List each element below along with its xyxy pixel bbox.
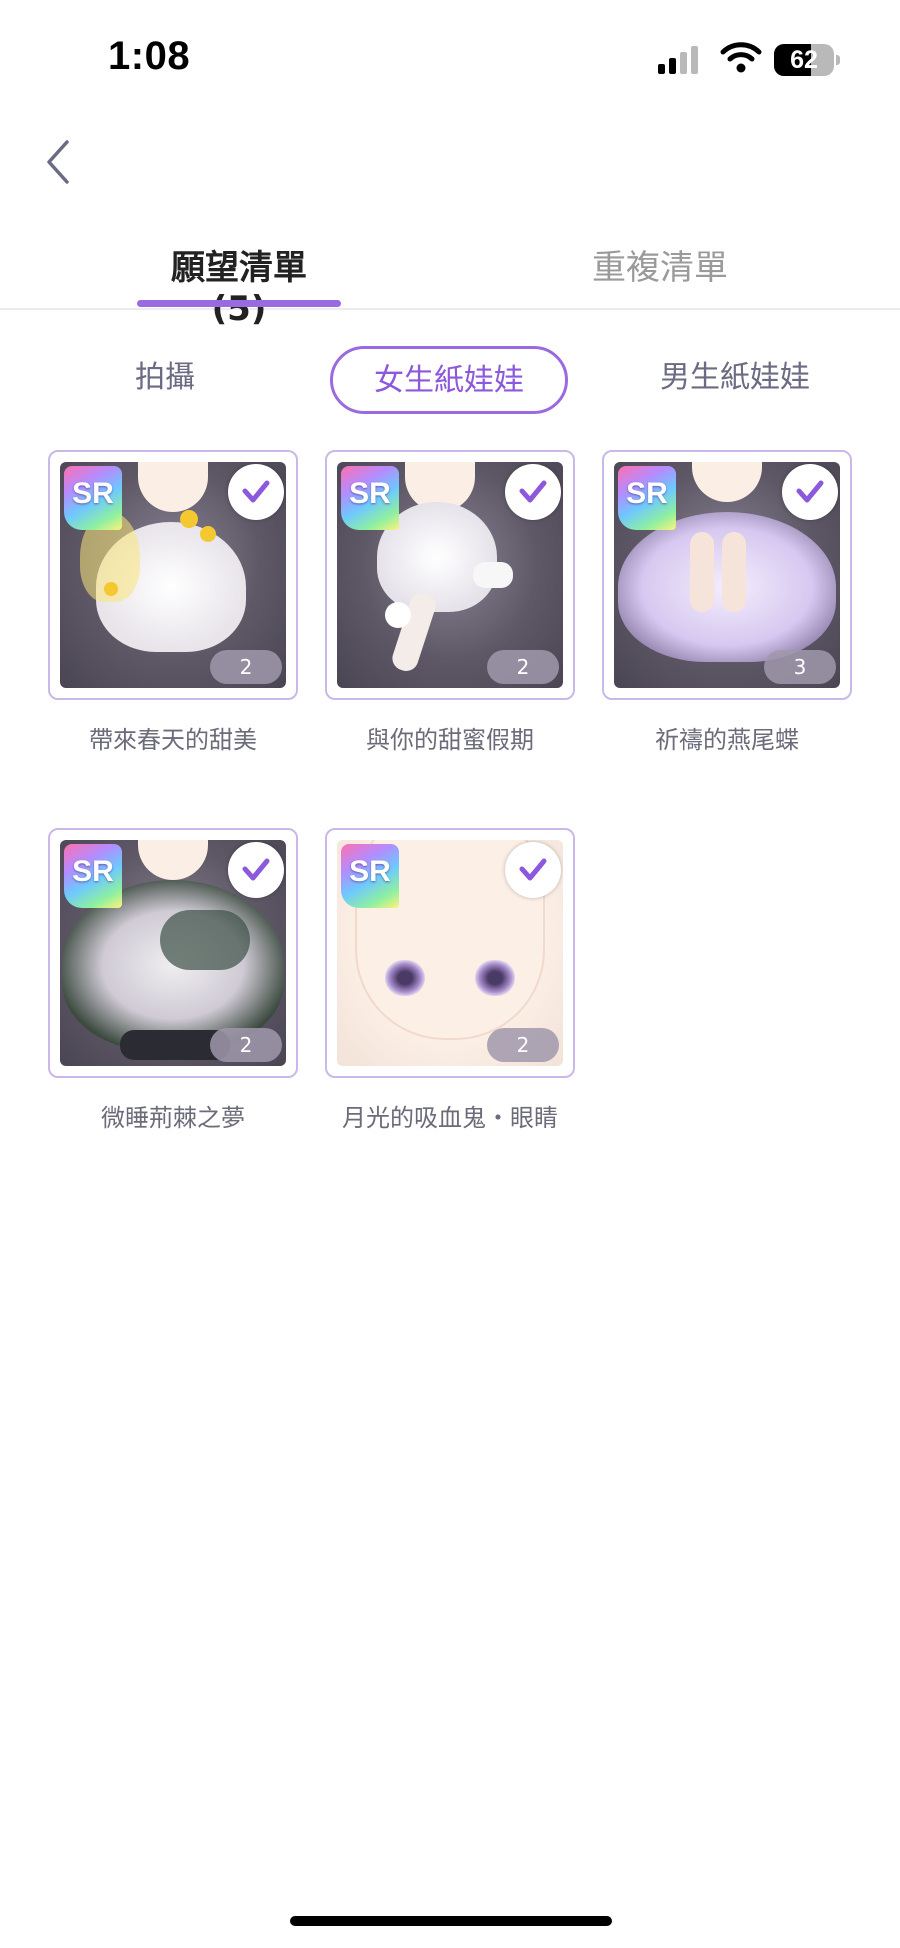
item-thumbnail: SR 2 xyxy=(48,828,298,1078)
status-bar: 1:08 62 xyxy=(0,0,900,120)
battery-level: 62 xyxy=(790,46,818,74)
item-thumbnail: SR 3 xyxy=(602,450,852,700)
item-count: 3 xyxy=(764,650,836,684)
item-name: 與你的甜蜜假期 xyxy=(366,726,534,754)
item-count: 2 xyxy=(487,650,559,684)
home-indicator[interactable] xyxy=(290,1916,612,1926)
item-thumbnail: SR 2 xyxy=(325,828,575,1078)
wifi-icon xyxy=(720,42,762,73)
rarity-badge: SR xyxy=(341,466,399,530)
active-tab-indicator xyxy=(137,300,341,307)
checkmark-icon xyxy=(228,842,284,898)
category-filters: 拍攝 女生紙娃娃 男生紙娃娃 xyxy=(0,346,900,414)
back-button[interactable] xyxy=(30,130,86,194)
item-artwork: SR 2 xyxy=(337,462,563,688)
item-name: 帶來春天的甜美 xyxy=(89,726,257,754)
checkmark-icon xyxy=(505,464,561,520)
item-artwork: SR 3 xyxy=(614,462,840,688)
item-count: 2 xyxy=(487,1028,559,1062)
filter-female-doll[interactable]: 女生紙娃娃 xyxy=(330,346,568,414)
checkmark-icon xyxy=(782,464,838,520)
checkmark-icon xyxy=(505,842,561,898)
item-thumbnail: SR 2 xyxy=(48,450,298,700)
status-time: 1:08 xyxy=(108,34,191,78)
rarity-badge: SR xyxy=(64,844,122,908)
filter-male-doll[interactable]: 男生紙娃娃 xyxy=(640,346,830,414)
tab-wishlist[interactable]: 願望清單 (5) xyxy=(138,240,340,329)
item-name: 祈禱的燕尾蝶 xyxy=(655,726,799,754)
battery-icon: 62 xyxy=(774,44,840,76)
item-name: 月光的吸血鬼・眼睛 xyxy=(342,1104,558,1132)
item-name: 微睡荊棘之夢 xyxy=(101,1104,245,1132)
item-thumbnail: SR 2 xyxy=(325,450,575,700)
cellular-signal-icon xyxy=(658,46,698,74)
rarity-badge: SR xyxy=(64,466,122,530)
item-count: 2 xyxy=(210,650,282,684)
item-artwork: SR 2 xyxy=(60,840,286,1066)
tab-duplicates[interactable]: 重複清單 xyxy=(575,240,745,289)
item-artwork: SR 2 xyxy=(60,462,286,688)
filter-photo[interactable]: 拍攝 xyxy=(110,346,220,414)
rarity-badge: SR xyxy=(618,466,676,530)
checkmark-icon xyxy=(228,464,284,520)
chevron-left-icon xyxy=(47,140,69,184)
tab-bar: 願望清單 (5) 重複清單 xyxy=(0,228,900,329)
item-count: 2 xyxy=(210,1028,282,1062)
rarity-badge: SR xyxy=(341,844,399,908)
item-artwork: SR 2 xyxy=(337,840,563,1066)
